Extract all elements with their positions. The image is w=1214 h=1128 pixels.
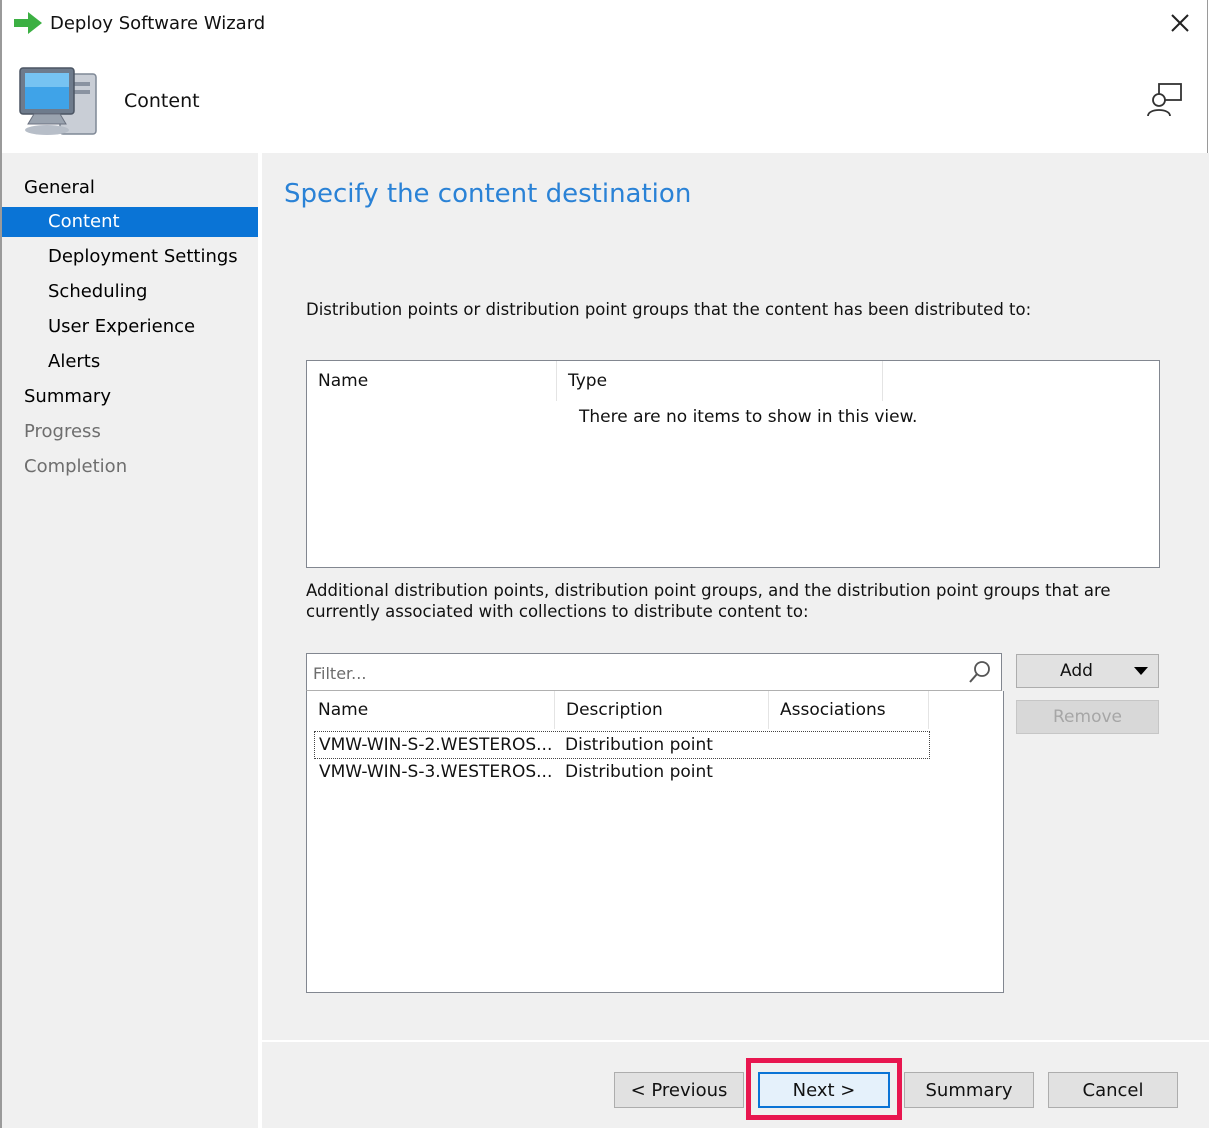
title-bar: Deploy Software Wizard [2, 0, 1207, 50]
nav-item-deployment-settings[interactable]: Deployment Settings [2, 242, 258, 272]
content-panel: Specify the content destination Distribu… [262, 153, 1209, 1040]
remove-button: Remove [1016, 700, 1159, 734]
table-row[interactable]: VMW-WIN-S-3.WESTEROS... Distribution poi… [315, 759, 929, 785]
distributed-list[interactable]: Name Type There are no items to show in … [306, 360, 1160, 568]
user-feedback-icon[interactable] [1145, 80, 1185, 120]
nav-item-content[interactable]: Content [2, 207, 258, 237]
add-button[interactable]: Add [1016, 654, 1159, 688]
dropdown-caret-icon [1134, 667, 1148, 675]
row-description: Distribution point [565, 762, 713, 782]
close-icon[interactable] [1167, 10, 1193, 36]
wizard-nav: General Content Deployment Settings Sche… [2, 153, 258, 1128]
column-header-name[interactable]: Name [307, 691, 555, 729]
nav-item-progress: Progress [24, 421, 101, 442]
summary-button[interactable]: Summary [904, 1072, 1034, 1108]
wizard-footer: < Previous Next > Summary Cancel [262, 1042, 1209, 1128]
window-title: Deploy Software Wizard [50, 13, 266, 34]
nav-item-alerts[interactable]: Alerts [2, 347, 258, 377]
row-name: VMW-WIN-S-3.WESTEROS... [319, 762, 553, 782]
nav-item-summary[interactable]: Summary [2, 382, 258, 412]
row-description: Distribution point [565, 735, 713, 755]
search-icon[interactable] [967, 659, 993, 685]
add-button-label: Add [1060, 661, 1093, 681]
nav-item-scheduling[interactable]: Scheduling [2, 277, 258, 307]
table-row[interactable]: VMW-WIN-S-2.WESTEROS... Distribution poi… [314, 731, 930, 759]
header-title: Content [124, 90, 200, 112]
page-title: Specify the content destination [284, 179, 692, 209]
cancel-button[interactable]: Cancel [1048, 1072, 1178, 1108]
additional-list[interactable]: Name Description Associations VMW-WIN-S-… [306, 691, 1004, 993]
column-header-associations[interactable]: Associations [769, 691, 929, 729]
previous-button[interactable]: < Previous [614, 1072, 744, 1108]
column-header-type[interactable]: Type [557, 361, 883, 401]
filter-box[interactable] [306, 653, 1002, 691]
wizard-header: Content [2, 50, 1207, 153]
empty-list-message: There are no items to show in this view. [579, 407, 918, 427]
column-header-description[interactable]: Description [555, 691, 769, 729]
nav-item-user-experience[interactable]: User Experience [2, 312, 258, 342]
distributed-description: Distribution points or distribution poin… [306, 300, 1032, 319]
nav-item-completion: Completion [24, 456, 128, 477]
additional-description: Additional distribution points, distribu… [306, 581, 1111, 621]
filter-input[interactable] [313, 660, 953, 686]
row-name: VMW-WIN-S-2.WESTEROS... [319, 735, 553, 755]
nav-item-general[interactable]: General [2, 173, 258, 203]
next-button[interactable]: Next > [758, 1072, 890, 1108]
green-arrow-icon [14, 12, 42, 34]
wizard-window: Deploy Software Wizard Content General C… [0, 0, 1209, 1128]
column-header-name[interactable]: Name [307, 361, 557, 401]
computer-icon [19, 67, 97, 135]
